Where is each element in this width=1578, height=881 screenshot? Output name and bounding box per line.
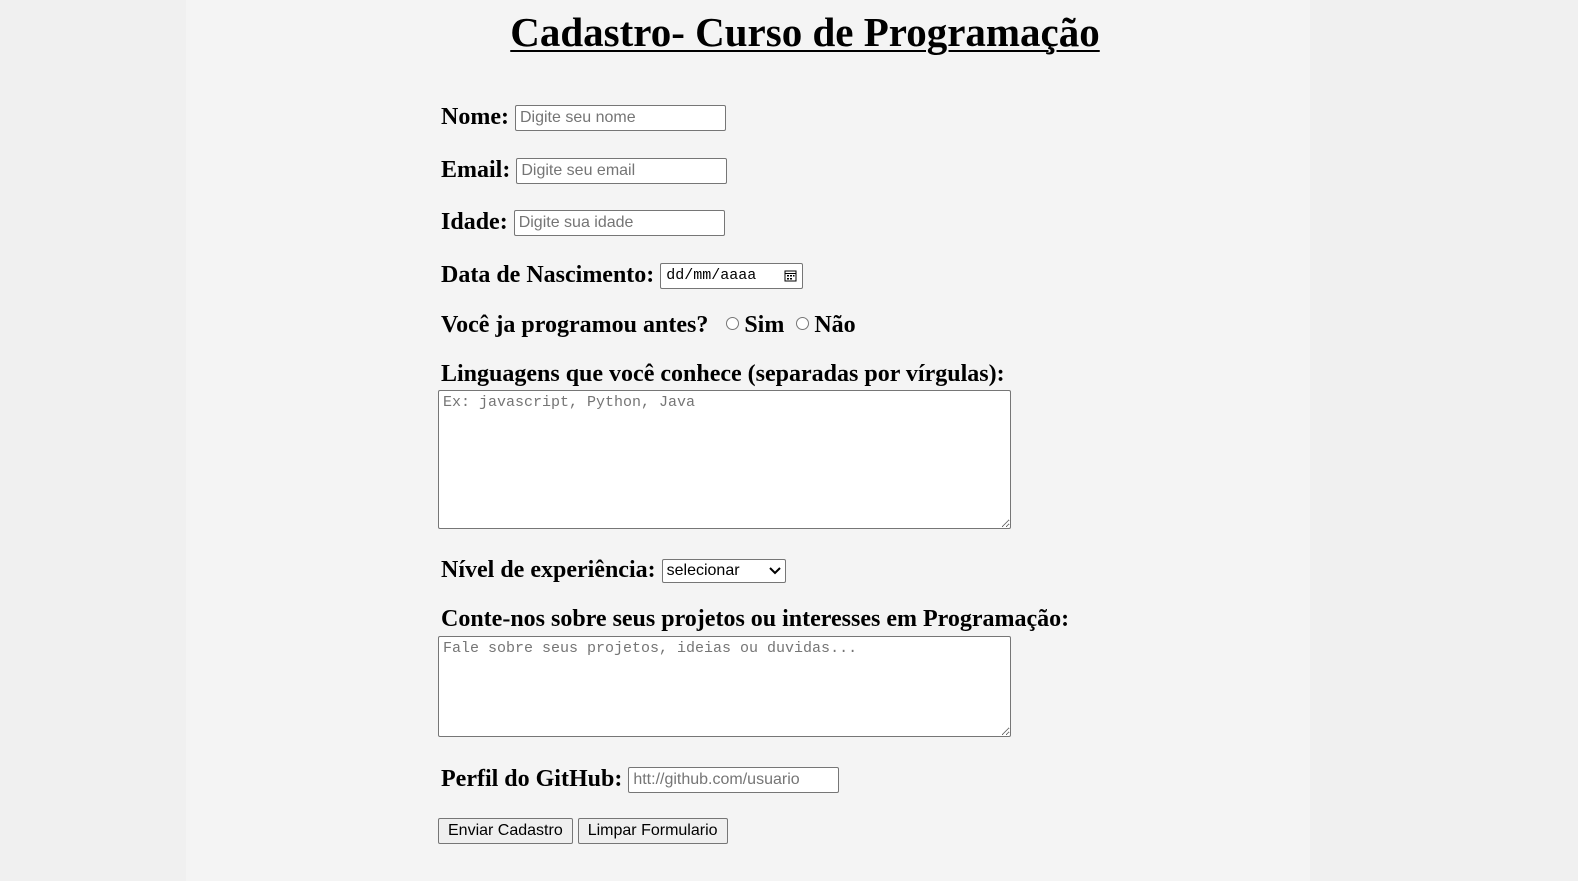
email-label: Email: bbox=[441, 157, 511, 183]
age-row: Idade: bbox=[441, 209, 725, 236]
radio-sim-label[interactable]: Sim bbox=[744, 312, 784, 339]
reset-button[interactable]: Limpar Formulario bbox=[577, 818, 728, 844]
radio-nao-label[interactable]: Não bbox=[814, 312, 855, 339]
github-label: Perfil do GitHub: bbox=[441, 766, 623, 792]
page-title: Cadastro- Curso de Programação bbox=[510, 9, 1100, 55]
level-selected-value: selecionar bbox=[666, 561, 740, 579]
age-input[interactable] bbox=[513, 209, 725, 236]
button-row: Enviar Cadastro Limpar Formulario bbox=[438, 818, 733, 844]
programmed-row: Você ja programou antes? Sim Não bbox=[441, 312, 856, 339]
submit-button[interactable]: Enviar Cadastro bbox=[438, 818, 573, 844]
birthdate-input[interactable]: dd/mm/aaaa bbox=[660, 262, 804, 289]
level-row: Nível de experiência: selecionar bbox=[441, 557, 786, 584]
github-input[interactable] bbox=[628, 766, 840, 793]
level-select[interactable]: selecionar bbox=[661, 558, 786, 583]
name-label: Nome: bbox=[441, 104, 509, 130]
email-row: Email: bbox=[441, 157, 728, 184]
level-label: Nível de experiência: bbox=[441, 557, 656, 583]
name-row: Nome: bbox=[441, 104, 726, 131]
languages-label: Linguagens que você conhece (separadas p… bbox=[441, 361, 1005, 387]
email-input[interactable] bbox=[516, 157, 728, 184]
chevron-down-icon bbox=[768, 566, 781, 574]
name-input[interactable] bbox=[514, 104, 726, 131]
age-label: Idade: bbox=[441, 209, 508, 235]
radio-nao[interactable] bbox=[796, 317, 810, 330]
programmed-label: Você ja programou antes? bbox=[441, 312, 709, 338]
radio-sim[interactable] bbox=[726, 317, 740, 330]
projects-label: Conte-nos sobre seus projetos ou interes… bbox=[441, 606, 1070, 632]
birthdate-value: dd/mm/aaaa bbox=[666, 267, 757, 284]
birthdate-row: Data de Nascimento: dd/mm/aaaa bbox=[441, 262, 804, 289]
projects-textarea[interactable] bbox=[438, 636, 1011, 737]
calendar-icon[interactable] bbox=[784, 269, 797, 282]
github-row: Perfil do GitHub: bbox=[441, 766, 840, 793]
languages-textarea[interactable] bbox=[438, 390, 1011, 529]
page-container: Cadastro- Curso de Programação Nome: Ema… bbox=[186, 0, 1310, 881]
birthdate-label: Data de Nascimento: bbox=[441, 262, 655, 288]
